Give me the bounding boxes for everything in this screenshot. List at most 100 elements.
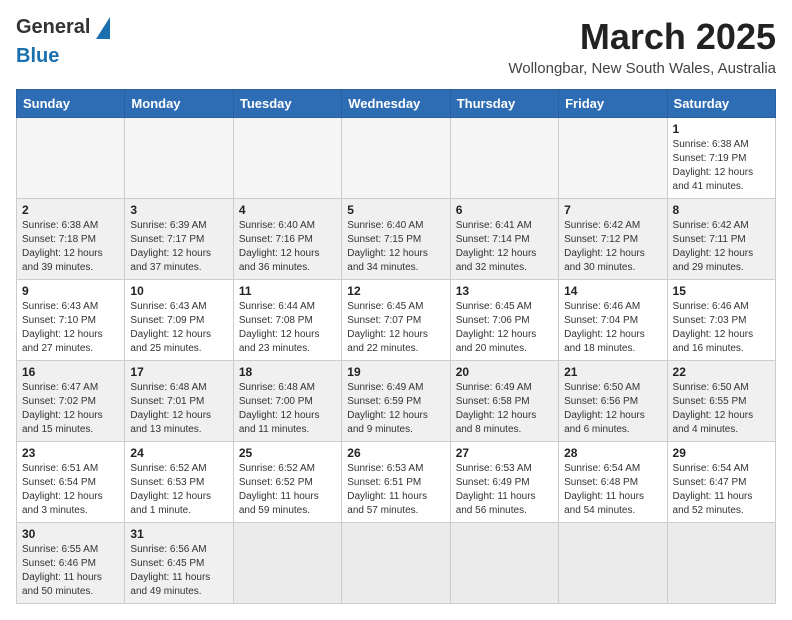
logo: General Blue (16, 16, 110, 68)
calendar-day-empty (667, 523, 775, 604)
calendar-day-22: 22 Sunrise: 6:50 AM Sunset: 6:55 PM Dayli… (667, 361, 775, 442)
calendar-week-row: 1Sunrise: 6:38 AM Sunset: 7:19 PM Daylig… (17, 118, 776, 199)
day-info: Sunrise: 6:52 AM Sunset: 6:53 PM Dayligh… (130, 462, 227, 518)
day-info: Sunrise: 6:49 AM Sunset: 6:59 PM Dayligh… (347, 381, 444, 437)
day-number: 24 (130, 446, 227, 460)
calendar-day-4: 4Sunrise: 6:40 AM Sunset: 7:16 PM Daylig… (233, 199, 341, 280)
calendar-day-empty (17, 118, 125, 199)
day-info: Sunrise: 6:46 AM Sunset: 7:04 PM Dayligh… (564, 300, 661, 356)
location-title: Wollongbar, New South Wales, Australia (508, 60, 776, 77)
weekday-monday: Monday (125, 90, 233, 118)
calendar-day-21: 21 Sunrise: 6:50 AM Sunset: 6:56 PM Dayli… (559, 361, 667, 442)
day-number: 27 (456, 446, 553, 460)
day-info: Sunrise: 6:49 AM Sunset: 6:58 PM Dayligh… (456, 381, 553, 437)
day-info: Sunrise: 6:45 AM Sunset: 7:07 PM Dayligh… (347, 300, 444, 356)
weekday-tuesday: Tuesday (233, 90, 341, 118)
calendar-table: SundayMondayTuesdayWednesdayThursdayFrid… (16, 89, 776, 604)
day-info: Sunrise: 6:50 AM Sunset: 6:55 PM Dayligh… (673, 381, 770, 437)
calendar-day-29: 29 Sunrise: 6:54 AM Sunset: 6:47 PM Dayli… (667, 442, 775, 523)
calendar-day-15: 15 Sunrise: 6:46 AM Sunset: 7:03 PM Dayli… (667, 280, 775, 361)
day-number: 11 (239, 284, 336, 298)
calendar-day-5: 5 Sunrise: 6:40 AM Sunset: 7:15 PM Daylig… (342, 199, 450, 280)
calendar-day-2: 2Sunrise: 6:38 AM Sunset: 7:18 PM Daylig… (17, 199, 125, 280)
calendar-day-empty (342, 523, 450, 604)
calendar-week-row: 23Sunrise: 6:51 AM Sunset: 6:54 PM Dayli… (17, 442, 776, 523)
calendar-day-25: 25 Sunrise: 6:52 AM Sunset: 6:52 PM Dayli… (233, 442, 341, 523)
day-number: 14 (564, 284, 661, 298)
calendar-day-12: 12 Sunrise: 6:45 AM Sunset: 7:07 PM Dayli… (342, 280, 450, 361)
day-number: 26 (347, 446, 444, 460)
day-info: Sunrise: 6:46 AM Sunset: 7:03 PM Dayligh… (673, 300, 770, 356)
calendar-day-19: 19 Sunrise: 6:49 AM Sunset: 6:59 PM Dayli… (342, 361, 450, 442)
day-info: Sunrise: 6:40 AM Sunset: 7:15 PM Dayligh… (347, 219, 444, 275)
calendar-day-31: 31 Sunrise: 6:56 AM Sunset: 6:45 PM Dayli… (125, 523, 233, 604)
day-info: Sunrise: 6:44 AM Sunset: 7:08 PM Dayligh… (239, 300, 336, 356)
day-number: 25 (239, 446, 336, 460)
day-number: 15 (673, 284, 770, 298)
day-info: Sunrise: 6:48 AM Sunset: 7:00 PM Dayligh… (239, 381, 336, 437)
calendar-day-11: 11 Sunrise: 6:44 AM Sunset: 7:08 PM Dayli… (233, 280, 341, 361)
day-info: Sunrise: 6:39 AM Sunset: 7:17 PM Dayligh… (130, 219, 227, 275)
calendar-day-empty (559, 118, 667, 199)
logo-wordmark: General (16, 16, 110, 39)
weekday-sunday: Sunday (17, 90, 125, 118)
weekday-saturday: Saturday (667, 90, 775, 118)
day-info: Sunrise: 6:45 AM Sunset: 7:06 PM Dayligh… (456, 300, 553, 356)
day-info: Sunrise: 6:50 AM Sunset: 6:56 PM Dayligh… (564, 381, 661, 437)
day-number: 6 (456, 203, 553, 217)
calendar-day-empty (450, 523, 558, 604)
calendar-day-empty (233, 523, 341, 604)
day-info: Sunrise: 6:41 AM Sunset: 7:14 PM Dayligh… (456, 219, 553, 275)
calendar-day-1: 1Sunrise: 6:38 AM Sunset: 7:19 PM Daylig… (667, 118, 775, 199)
day-info: Sunrise: 6:42 AM Sunset: 7:12 PM Dayligh… (564, 219, 661, 275)
calendar-day-18: 18 Sunrise: 6:48 AM Sunset: 7:00 PM Dayli… (233, 361, 341, 442)
calendar-day-30: 30 Sunrise: 6:55 AM Sunset: 6:46 PM Dayli… (17, 523, 125, 604)
logo-blue-text: Blue (16, 45, 59, 68)
day-number: 9 (22, 284, 119, 298)
calendar-week-row: 30 Sunrise: 6:55 AM Sunset: 6:46 PM Dayli… (17, 523, 776, 604)
calendar-day-28: 28Sunrise: 6:54 AM Sunset: 6:48 PM Dayli… (559, 442, 667, 523)
day-number: 29 (673, 446, 770, 460)
calendar-day-10: 10 Sunrise: 6:43 AM Sunset: 7:09 PM Dayli… (125, 280, 233, 361)
calendar-day-6: 6 Sunrise: 6:41 AM Sunset: 7:14 PM Daylig… (450, 199, 558, 280)
logo-general-text: General (16, 16, 90, 39)
day-info: Sunrise: 6:54 AM Sunset: 6:47 PM Dayligh… (673, 462, 770, 518)
calendar-week-row: 9Sunrise: 6:43 AM Sunset: 7:10 PM Daylig… (17, 280, 776, 361)
day-number: 21 (564, 365, 661, 379)
calendar-day-9: 9Sunrise: 6:43 AM Sunset: 7:10 PM Daylig… (17, 280, 125, 361)
title-section: March 2025 Wollongbar, New South Wales, … (508, 16, 776, 77)
day-number: 18 (239, 365, 336, 379)
calendar-day-empty (125, 118, 233, 199)
calendar-day-empty (559, 523, 667, 604)
day-info: Sunrise: 6:42 AM Sunset: 7:11 PM Dayligh… (673, 219, 770, 275)
calendar-day-16: 16Sunrise: 6:47 AM Sunset: 7:02 PM Dayli… (17, 361, 125, 442)
day-info: Sunrise: 6:40 AM Sunset: 7:16 PM Dayligh… (239, 219, 336, 275)
day-info: Sunrise: 6:38 AM Sunset: 7:19 PM Dayligh… (673, 138, 770, 194)
day-number: 22 (673, 365, 770, 379)
day-number: 2 (22, 203, 119, 217)
calendar-day-empty (450, 118, 558, 199)
calendar-day-3: 3Sunrise: 6:39 AM Sunset: 7:17 PM Daylig… (125, 199, 233, 280)
day-info: Sunrise: 6:54 AM Sunset: 6:48 PM Dayligh… (564, 462, 661, 518)
day-number: 13 (456, 284, 553, 298)
day-number: 19 (347, 365, 444, 379)
calendar-day-26: 26Sunrise: 6:53 AM Sunset: 6:51 PM Dayli… (342, 442, 450, 523)
day-number: 10 (130, 284, 227, 298)
logo-triangle-icon (96, 17, 110, 39)
day-info: Sunrise: 6:52 AM Sunset: 6:52 PM Dayligh… (239, 462, 336, 518)
day-number: 30 (22, 527, 119, 541)
day-number: 31 (130, 527, 227, 541)
day-info: Sunrise: 6:56 AM Sunset: 6:45 PM Dayligh… (130, 543, 227, 599)
weekday-thursday: Thursday (450, 90, 558, 118)
calendar-week-row: 2Sunrise: 6:38 AM Sunset: 7:18 PM Daylig… (17, 199, 776, 280)
day-info: Sunrise: 6:55 AM Sunset: 6:46 PM Dayligh… (22, 543, 119, 599)
month-title: March 2025 (508, 16, 776, 58)
calendar-day-7: 7 Sunrise: 6:42 AM Sunset: 7:12 PM Daylig… (559, 199, 667, 280)
weekday-header-row: SundayMondayTuesdayWednesdayThursdayFrid… (17, 90, 776, 118)
day-number: 5 (347, 203, 444, 217)
weekday-wednesday: Wednesday (342, 90, 450, 118)
calendar-day-8: 8Sunrise: 6:42 AM Sunset: 7:11 PM Daylig… (667, 199, 775, 280)
day-info: Sunrise: 6:43 AM Sunset: 7:09 PM Dayligh… (130, 300, 227, 356)
day-number: 7 (564, 203, 661, 217)
day-number: 12 (347, 284, 444, 298)
